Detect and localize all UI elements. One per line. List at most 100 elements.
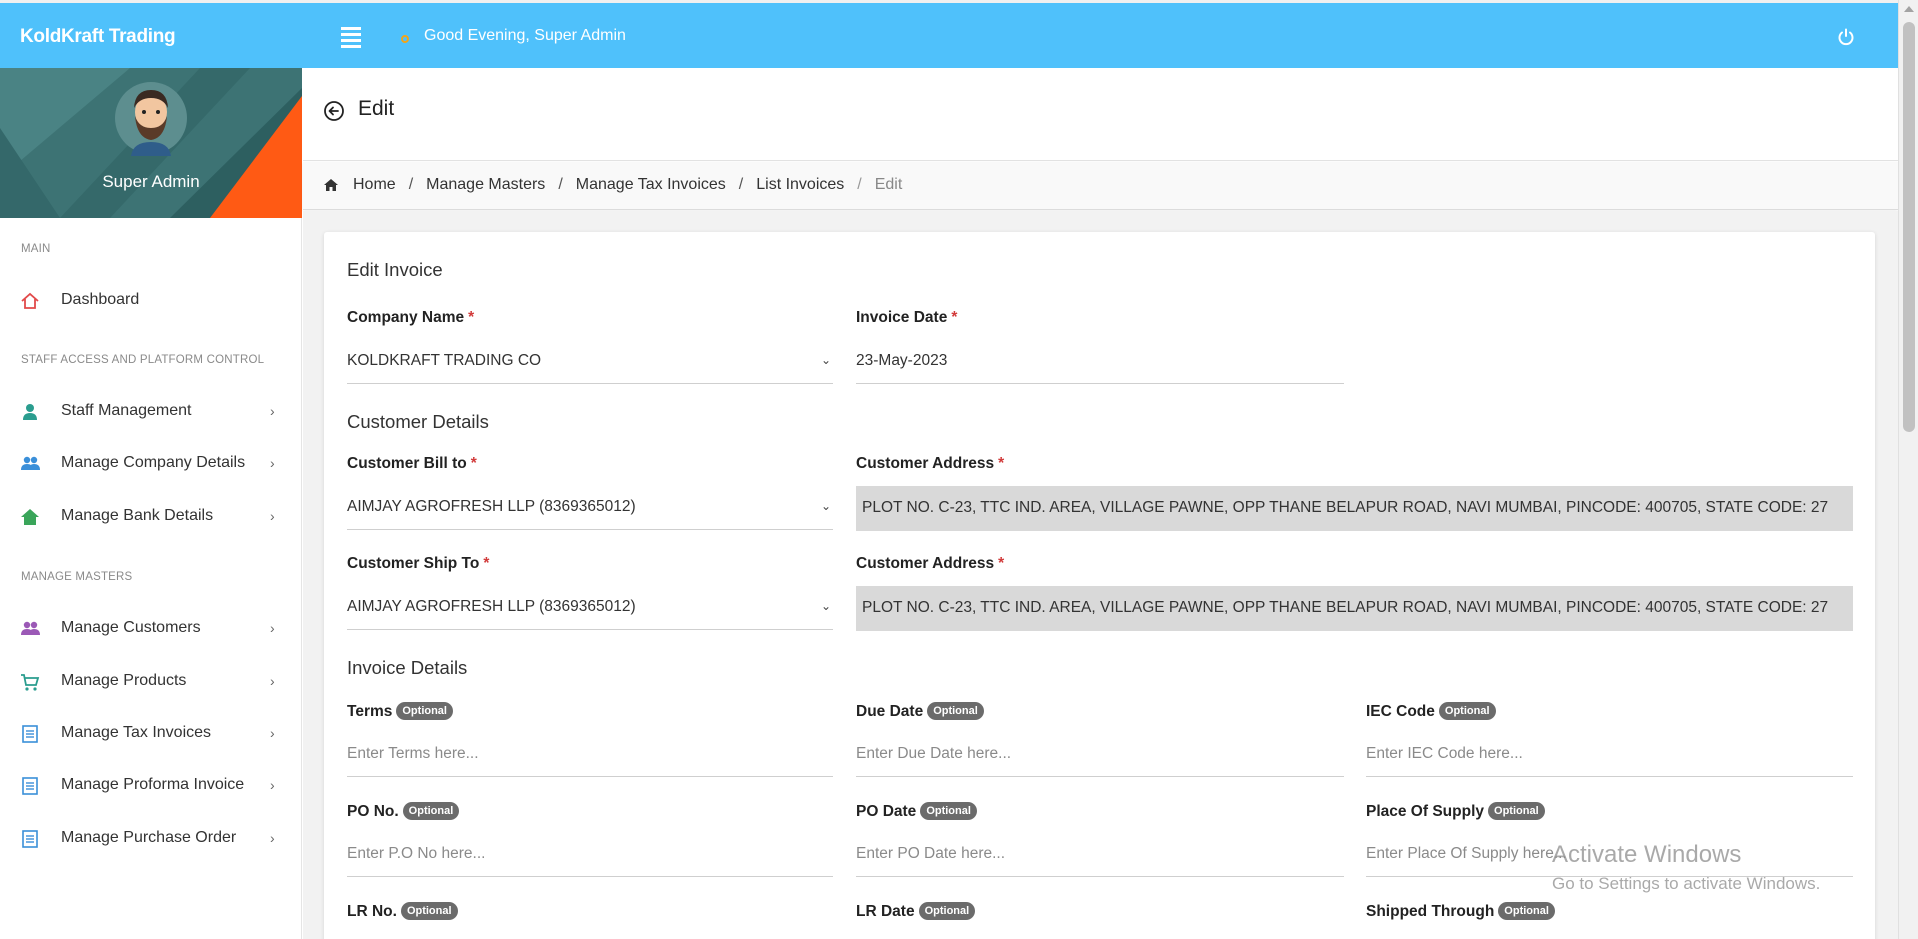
section-staff-access: STAFF ACCESS AND PLATFORM CONTROL	[21, 354, 265, 366]
ship-to-select[interactable]: AIMJAY AGROFRESH LLP (8369365012) ⌄	[347, 586, 833, 630]
bill-to-select[interactable]: AIMJAY AGROFRESH LLP (8369365012) ⌄	[347, 486, 833, 530]
breadcrumb-manage-tax-invoices[interactable]: Manage Tax Invoices	[576, 176, 726, 193]
breadcrumb: Home / Manage Masters / Manage Tax Invoices /…	[303, 162, 1898, 210]
sidebar-item-staff-management[interactable]: Staff Management ›	[0, 390, 302, 434]
breadcrumb-separator: /	[408, 176, 414, 193]
optional-badge: Optional	[927, 702, 984, 720]
chevron-right-icon: ›	[270, 455, 275, 471]
breadcrumb-list-invoices[interactable]: List Invoices	[756, 176, 844, 193]
po-no-input[interactable]: Enter P.O No here...	[347, 833, 833, 877]
customer-details-title: Customer Details	[347, 411, 489, 432]
activate-windows-watermark: Activate Windows	[1552, 841, 1742, 868]
ship-to-label: Customer Ship To *	[347, 555, 490, 572]
home-icon[interactable]	[323, 177, 339, 193]
chevron-right-icon: ›	[270, 777, 275, 793]
po-no-label: PO No. Optional	[347, 802, 460, 821]
breadcrumb-separator: /	[558, 176, 563, 193]
chevron-right-icon: ›	[270, 673, 275, 689]
chevron-right-icon: ›	[270, 508, 275, 524]
company-name-label: Company Name *	[347, 309, 475, 326]
iec-code-label: IEC Code Optional	[1366, 702, 1496, 721]
sidebar-item-products[interactable]: Manage Products ›	[0, 660, 302, 704]
back-arrow-icon[interactable]	[323, 100, 345, 122]
user-icon	[23, 404, 37, 420]
sidebar-item-tax-invoices[interactable]: Manage Tax Invoices ›	[0, 712, 302, 756]
bill-address-label: Customer Address *	[856, 455, 1005, 472]
po-date-input[interactable]: Enter PO Date here...	[856, 833, 1344, 877]
document-icon	[22, 725, 38, 743]
iec-code-input[interactable]: Enter IEC Code here...	[1366, 733, 1853, 777]
due-date-label: Due Date Optional	[856, 702, 984, 721]
optional-badge: Optional	[1438, 702, 1496, 720]
sidebar-item-label: Manage Bank Details	[61, 507, 214, 524]
document-icon	[22, 830, 38, 848]
optional-badge: Optional	[400, 902, 458, 920]
sidebar-item-proforma-invoice[interactable]: Manage Proforma Invoice ›	[0, 764, 302, 808]
sidebar-item-customers[interactable]: Manage Customers ›	[0, 607, 302, 651]
optional-badge: Optional	[1498, 902, 1555, 920]
chevron-down-icon: ⌄	[820, 353, 831, 367]
sidebar-item-label: Manage Tax Invoices	[61, 724, 212, 741]
sidebar: Super Admin MAIN Dashboard STAFF ACCESS …	[0, 68, 302, 939]
sidebar-item-label: Staff Management	[61, 402, 192, 419]
chevron-right-icon: ›	[270, 830, 275, 846]
due-date-input[interactable]: Enter Due Date here...	[856, 733, 1344, 777]
profile-name: Super Admin	[102, 172, 200, 191]
invoice-date-field[interactable]: 23-May-2023	[856, 340, 1344, 384]
chevron-down-icon: ⌄	[820, 499, 831, 513]
customers-icon	[21, 621, 40, 635]
terms-label: Terms Optional	[347, 702, 453, 721]
greeting-text: Good Evening, Super Admin	[424, 27, 626, 44]
terms-input[interactable]: Enter Terms here...	[347, 733, 833, 777]
top-bar: KoldKraft Trading Good Evening, Super Ad…	[0, 0, 1898, 68]
bank-home-icon	[21, 509, 39, 525]
breadcrumb-home[interactable]: Home	[353, 176, 396, 193]
sidebar-item-label: Manage Proforma Invoice	[61, 776, 245, 793]
lr-date-label: LR Date Optional	[856, 902, 976, 921]
chevron-right-icon: ›	[270, 403, 275, 419]
sidebar-item-label: Manage Products	[61, 672, 187, 689]
section-manage-masters: MANAGE MASTERS	[21, 571, 133, 583]
breadcrumb-manage-masters[interactable]: Manage Masters	[426, 176, 545, 193]
sidebar-item-dashboard[interactable]: Dashboard	[0, 279, 302, 323]
page-scrollbar[interactable]	[1898, 0, 1918, 939]
breadcrumb-separator: /	[738, 176, 744, 193]
sidebar-item-bank-details[interactable]: Manage Bank Details ›	[0, 495, 302, 539]
status-dot-icon	[401, 35, 409, 43]
optional-badge: Optional	[1488, 802, 1545, 820]
po-date-label: PO Date Optional	[856, 802, 977, 821]
cart-icon	[21, 674, 40, 691]
sidebar-item-label: Manage Company Details	[61, 454, 246, 471]
breadcrumb-current: Edit	[874, 176, 903, 193]
brand-title[interactable]: KoldKraft Trading	[20, 26, 176, 48]
place-of-supply-label: Place Of Supply Optional	[1366, 802, 1545, 821]
optional-badge: Optional	[918, 902, 976, 920]
menu-toggle-icon[interactable]	[341, 27, 361, 48]
chevron-right-icon: ›	[270, 620, 275, 636]
chevron-down-icon: ⌄	[820, 599, 831, 613]
scrollbar-thumb[interactable]	[1903, 22, 1915, 432]
sidebar-item-company-details[interactable]: Manage Company Details ›	[0, 442, 302, 486]
sidebar-item-label: Dashboard	[61, 291, 140, 308]
bill-address-field: PLOT NO. C-23, TTC IND. AREA, VILLAGE PA…	[856, 486, 1853, 531]
sidebar-item-label: Manage Purchase Order	[61, 829, 237, 846]
home-icon	[21, 292, 39, 309]
optional-badge: Optional	[396, 702, 453, 720]
breadcrumb-separator: /	[857, 176, 862, 193]
lr-no-label: LR No. Optional	[347, 902, 458, 921]
power-icon[interactable]	[1836, 27, 1856, 47]
invoice-details-title: Invoice Details	[347, 657, 468, 678]
activate-windows-hint: Go to Settings to activate Windows.	[1552, 874, 1821, 893]
ship-address-field: PLOT NO. C-23, TTC IND. AREA, VILLAGE PA…	[856, 586, 1853, 631]
scroll-up-icon[interactable]	[1904, 6, 1914, 12]
sidebar-item-purchase-order[interactable]: Manage Purchase Order ›	[0, 817, 302, 861]
avatar[interactable]	[113, 80, 189, 156]
document-icon	[22, 777, 38, 795]
users-icon	[21, 456, 40, 470]
optional-badge: Optional	[402, 802, 460, 820]
company-name-select[interactable]: KOLDKRAFT TRADING CO ⌄	[347, 340, 833, 384]
section-main: MAIN	[21, 243, 51, 255]
sidebar-item-label: Manage Customers	[61, 619, 201, 636]
optional-badge: Optional	[920, 802, 977, 820]
bill-to-label: Customer Bill to *	[347, 455, 477, 472]
